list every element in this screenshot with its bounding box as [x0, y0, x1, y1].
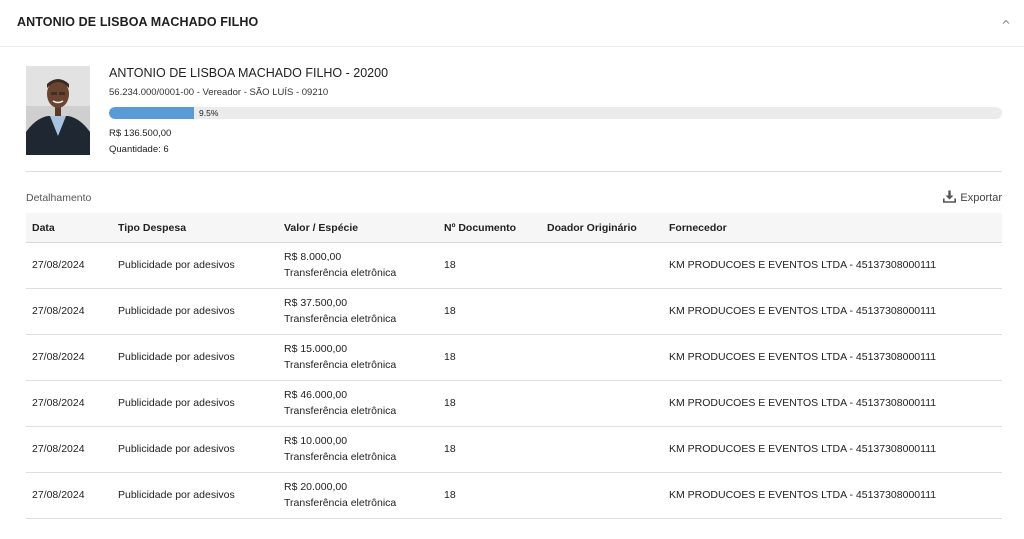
- cell-doador: [541, 472, 663, 519]
- candidate-details: 56.234.000/0001-00 - Vereador - SÃO LUÍS…: [109, 87, 329, 98]
- divider: [26, 171, 1002, 172]
- cell-data: 27/08/2024: [26, 426, 112, 473]
- cell-fornecedor: KM PRODUCOES E EVENTOS LTDA - 4513730800…: [663, 426, 1002, 473]
- column-header-valor-especie[interactable]: Valor / Espécie: [278, 213, 438, 243]
- cell-documento: 18: [438, 288, 541, 335]
- table-row: 27/08/2024 Publicidade por adesivos R$ 1…: [26, 334, 1002, 381]
- spending-progress-bar: 9.5%: [109, 107, 1002, 119]
- cell-documento: 18: [438, 380, 541, 427]
- cell-doador: [541, 334, 663, 381]
- value-amount: R$ 46.000,00: [284, 389, 348, 401]
- table-row: 27/08/2024 Publicidade por adesivos R$ 1…: [26, 426, 1002, 473]
- value-amount: R$ 37.500,00: [284, 297, 348, 309]
- download-icon: [943, 190, 957, 206]
- cell-doador: [541, 380, 663, 427]
- candidate-photo: [26, 66, 90, 155]
- cell-valor: R$ 10.000,00 Transferência eletrônica: [278, 426, 438, 473]
- total-amount: R$ 136.500,00: [109, 128, 172, 139]
- candidate-name: ANTONIO DE LISBOA MACHADO FILHO - 20200: [109, 66, 389, 80]
- cell-tipo: Publicidade por adesivos: [112, 242, 278, 289]
- section-title: Detalhamento: [26, 192, 92, 204]
- cell-documento: 18: [438, 334, 541, 381]
- chevron-up-icon[interactable]: [998, 14, 1014, 30]
- value-amount: R$ 20.000,00: [284, 481, 348, 493]
- cell-documento: 18: [438, 242, 541, 289]
- cell-doador: [541, 242, 663, 289]
- cell-documento: 18: [438, 472, 541, 519]
- cell-valor: R$ 46.000,00 Transferência eletrônica: [278, 380, 438, 427]
- cell-tipo: Publicidade por adesivos: [112, 472, 278, 519]
- cell-data: 27/08/2024: [26, 472, 112, 519]
- cell-fornecedor: KM PRODUCOES E EVENTOS LTDA - 4513730800…: [663, 380, 1002, 427]
- value-type: Transferência eletrônica: [284, 450, 397, 463]
- value-type: Transferência eletrônica: [284, 358, 397, 371]
- value-amount: R$ 15.000,00: [284, 343, 348, 355]
- cell-documento: 18: [438, 426, 541, 473]
- column-header-documento[interactable]: Nº Documento: [438, 213, 541, 243]
- column-header-tipo-despesa[interactable]: Tipo Despesa: [112, 213, 278, 243]
- progress-percent: 9.5%: [199, 108, 219, 118]
- cell-tipo: Publicidade por adesivos: [112, 426, 278, 473]
- cell-valor: R$ 8.000,00 Transferência eletrônica: [278, 242, 438, 289]
- cell-valor: R$ 37.500,00 Transferência eletrônica: [278, 288, 438, 335]
- value-type: Transferência eletrônica: [284, 496, 397, 509]
- cell-tipo: Publicidade por adesivos: [112, 288, 278, 335]
- value-type: Transferência eletrônica: [284, 312, 397, 325]
- cell-valor: R$ 15.000,00 Transferência eletrônica: [278, 334, 438, 381]
- cell-fornecedor: KM PRODUCOES E EVENTOS LTDA - 4513730800…: [663, 242, 1002, 289]
- cell-doador: [541, 288, 663, 335]
- value-amount: R$ 8.000,00: [284, 251, 342, 263]
- cell-data: 27/08/2024: [26, 242, 112, 289]
- candidate-summary: ANTONIO DE LISBOA MACHADO FILHO - 20200 …: [26, 66, 1002, 171]
- cell-tipo: Publicidade por adesivos: [112, 334, 278, 381]
- expenses-table: Data Tipo Despesa Valor / Espécie Nº Doc…: [26, 213, 1002, 519]
- progress-fill: [109, 107, 194, 119]
- cell-fornecedor: KM PRODUCOES E EVENTOS LTDA - 4513730800…: [663, 334, 1002, 381]
- cell-data: 27/08/2024: [26, 288, 112, 335]
- cell-tipo: Publicidade por adesivos: [112, 380, 278, 427]
- cell-data: 27/08/2024: [26, 380, 112, 427]
- cell-data: 27/08/2024: [26, 334, 112, 381]
- cell-fornecedor: KM PRODUCOES E EVENTOS LTDA - 4513730800…: [663, 472, 1002, 519]
- value-amount: R$ 10.000,00: [284, 435, 348, 447]
- value-type: Transferência eletrônica: [284, 404, 397, 417]
- table-row: 27/08/2024 Publicidade por adesivos R$ 8…: [26, 242, 1002, 289]
- quantity-count: Quantidade: 6: [109, 144, 169, 155]
- export-label: Exportar: [960, 192, 1002, 204]
- table-row: 27/08/2024 Publicidade por adesivos R$ 2…: [26, 472, 1002, 519]
- cell-valor: R$ 20.000,00 Transferência eletrônica: [278, 472, 438, 519]
- table-header-row: Data Tipo Despesa Valor / Espécie Nº Doc…: [26, 213, 1002, 243]
- column-header-fornecedor[interactable]: Fornecedor: [663, 213, 1002, 243]
- table-row: 27/08/2024 Publicidade por adesivos R$ 3…: [26, 288, 1002, 335]
- table-row: 27/08/2024 Publicidade por adesivos R$ 4…: [26, 380, 1002, 427]
- cell-fornecedor: KM PRODUCOES E EVENTOS LTDA - 4513730800…: [663, 288, 1002, 335]
- column-header-doador[interactable]: Doador Originário: [541, 213, 663, 243]
- cell-doador: [541, 426, 663, 473]
- column-header-data[interactable]: Data: [26, 213, 112, 243]
- value-type: Transferência eletrônica: [284, 266, 397, 279]
- panel-title: ANTONIO DE LISBOA MACHADO FILHO: [17, 15, 259, 29]
- panel-header[interactable]: ANTONIO DE LISBOA MACHADO FILHO: [0, 0, 1024, 47]
- export-button[interactable]: Exportar: [943, 190, 1002, 206]
